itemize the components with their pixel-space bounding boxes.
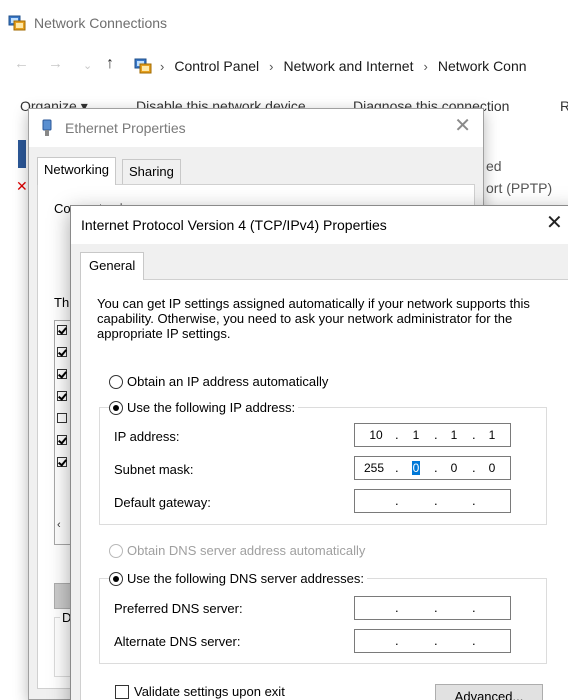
component-checkbox[interactable] [57,435,67,445]
ethernet-dialog-titlebar: Ethernet Properties ✕ [29,109,483,147]
network-adapter-icon [42,119,52,136]
use-following-dns-label: Use the following DNS server addresses: [127,571,364,586]
radio-selected-icon[interactable] [109,400,123,415]
ip-octet-3: 1 [450,428,458,442]
mask-octet-2: 0 [403,461,429,475]
up-arrow-icon[interactable]: ↑ [106,56,114,72]
advanced-button[interactable]: Advanced... [435,684,543,700]
ipv4-properties-dialog: Internet Protocol Version 4 (TCP/IPv4) P… [70,205,568,700]
dns-server-group: Preferred DNS server: . . . Alternate DN… [99,578,547,664]
control-panel-icon [134,58,152,74]
forward-arrow-icon[interactable]: → [48,56,63,72]
use-following-ip-radio[interactable]: Use the following IP address: [109,400,299,415]
tab-sharing[interactable]: Sharing [122,159,181,185]
ip-address-group: IP address: 10 . 1 . 1 . 1 Subnet mask: … [99,407,547,525]
network-connections-icon [8,15,26,31]
mask-octet-1: 255 [363,461,385,475]
explorer-titlebar: Network Connections [0,0,568,44]
radio-selected-icon[interactable] [109,571,123,586]
obtain-dns-automatically-label: Obtain DNS server address automatically [127,543,366,558]
back-arrow-icon[interactable]: ← [14,56,29,72]
default-gateway-field[interactable]: . . . [354,489,511,513]
rename-connection-button[interactable]: R [560,98,568,114]
intro-text: You can get IP settings assigned automat… [97,296,530,341]
component-checkbox[interactable] [57,457,67,467]
component-checkbox[interactable] [57,413,67,423]
obtain-ip-automatically-label: Obtain an IP address automatically [127,374,329,389]
items-label: Th [54,295,70,310]
navigation-bar: ← → ⌄ ↑ › Control Panel › Network and In… [0,48,568,82]
validate-settings-label: Validate settings upon exit [134,684,285,699]
alternate-dns-label: Alternate DNS server: [114,634,241,649]
ip-octet-4: 1 [488,428,496,442]
address-bar[interactable]: › Control Panel › Network and Internet ›… [132,53,568,79]
component-checkbox[interactable] [57,369,67,379]
ipv4-dialog-title: Internet Protocol Version 4 (TCP/IPv4) P… [81,217,387,233]
disconnected-x-icon: ✕ [16,178,28,194]
ipv4-general-panel: You can get IP settings assigned automat… [80,279,568,700]
mask-octet-3: 0 [450,461,458,475]
breadcrumb-network-and-internet[interactable]: Network and Internet [284,58,414,74]
scroll-left-icon[interactable]: ‹ [57,519,61,531]
subnet-mask-field[interactable]: 255 . 0 . 0 . 0 [354,456,511,480]
alternate-dns-field[interactable]: . . . [354,629,511,653]
use-following-dns-radio[interactable]: Use the following DNS server addresses: [109,571,367,586]
explorer-window-title: Network Connections [34,15,168,31]
recent-dropdown-icon[interactable]: ⌄ [83,58,92,74]
tab-general[interactable]: General [80,252,145,280]
adapter-type-text: ort (PPTP) [486,180,553,196]
tab-networking[interactable]: Networking [37,157,117,185]
ip-octet-1: 10 [369,428,383,442]
checkbox-unchecked-icon[interactable] [115,684,129,699]
selected-octet-text: 0 [411,461,421,475]
component-checkbox[interactable] [57,391,67,401]
close-icon[interactable]: ✕ [546,213,563,233]
adapter-status-text: ed [486,158,502,174]
breadcrumb-network-connections[interactable]: Network Conn [438,58,527,74]
close-icon[interactable]: ✕ [454,116,471,136]
ethernet-dialog-title: Ethernet Properties [65,120,186,136]
ip-address-label: IP address: [114,429,180,444]
ipv4-dialog-titlebar: Internet Protocol Version 4 (TCP/IPv4) P… [71,206,568,244]
radio-unselected-icon[interactable] [109,374,123,389]
chevron-right-icon: › [423,58,428,74]
obtain-dns-automatically-radio: Obtain DNS server address automatically [109,543,369,558]
mask-octet-4: 0 [488,461,496,475]
chevron-right-icon: › [269,58,274,74]
default-gateway-label: Default gateway: [114,495,211,510]
chevron-right-icon: › [160,58,165,74]
use-following-ip-label: Use the following IP address: [127,400,296,415]
component-checkbox[interactable] [57,325,67,335]
adapter-icon [18,140,26,168]
component-checkbox[interactable] [57,347,67,357]
ip-address-field[interactable]: 10 . 1 . 1 . 1 [354,423,511,447]
breadcrumb-control-panel[interactable]: Control Panel [174,58,259,74]
ip-octet-2: 1 [412,428,420,442]
subnet-mask-label: Subnet mask: [114,462,194,477]
radio-disabled-icon [109,543,123,558]
validate-settings-checkbox[interactable]: Validate settings upon exit [115,684,285,699]
preferred-dns-field[interactable]: . . . [354,596,511,620]
preferred-dns-label: Preferred DNS server: [114,601,243,616]
obtain-ip-automatically-radio[interactable]: Obtain an IP address automatically [109,374,332,389]
